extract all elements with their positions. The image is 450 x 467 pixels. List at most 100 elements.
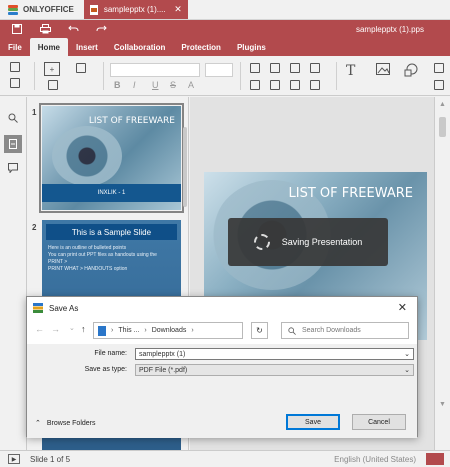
cancel-button[interactable]: Cancel	[352, 414, 406, 430]
insert-textbox-icon[interactable]: T	[346, 63, 355, 79]
chevron-down-icon[interactable]: ⌄	[404, 350, 410, 358]
menu-insert[interactable]: Insert	[68, 38, 106, 56]
loading-spinner-icon	[253, 234, 270, 250]
align-left-icon[interactable]	[250, 80, 260, 90]
save-type-label: Save as type:	[84, 366, 127, 373]
thumbnail-title: LIST OF FREEWARE	[88, 116, 175, 126]
add-slide-icon[interactable]: +	[44, 62, 60, 76]
search-downloads-input[interactable]: Search Downloads	[281, 322, 409, 339]
search-icon[interactable]	[4, 109, 22, 127]
numbering-icon[interactable]	[270, 63, 280, 73]
print-icon[interactable]	[38, 24, 52, 34]
up-arrow-icon[interactable]: ↑	[81, 324, 86, 334]
file-name-label: File name:	[94, 350, 127, 357]
main-menu: File Home Insert Collaboration Protectio…	[0, 38, 274, 56]
status-bar: ▶ Slide 1 of 5 English (United States)	[0, 450, 450, 467]
file-name-field[interactable]: samplepptx (1) ⌄	[135, 348, 414, 360]
vertical-align-icon[interactable]	[310, 80, 320, 90]
font-color-icon[interactable]: A	[188, 80, 194, 90]
slide-thumbnail-1[interactable]: LIST OF FREEWARE INXLIK - 1	[39, 103, 184, 213]
decrease-indent-icon[interactable]	[290, 63, 300, 73]
thumbnail-bullets: Here is an outline of bulleted points Yo…	[42, 240, 181, 278]
zoom-icon[interactable]	[426, 453, 444, 465]
breadcrumb-this-pc[interactable]: This ...	[118, 327, 139, 334]
dialog-navigation: ← → ⌄ ↑ › This ... › Downloads › ↻ Searc…	[27, 319, 417, 343]
thumbnail-subtitle: INXLIK - 1	[42, 184, 181, 202]
onlyoffice-home-tab[interactable]: ONLYOFFICE	[0, 0, 84, 19]
recent-locations-icon[interactable]: ⌄	[69, 324, 75, 332]
save-icon[interactable]	[10, 24, 24, 34]
save-type-value: PDF File (*.pdf)	[139, 366, 188, 374]
saving-status-text: Saving Presentation	[281, 237, 363, 247]
app-name: ONLYOFFICE	[23, 5, 74, 14]
browse-folders-label: Browse Folders	[46, 419, 96, 427]
scroll-down-icon[interactable]: ▼	[439, 401, 446, 408]
underline-icon[interactable]: U	[152, 80, 159, 90]
onlyoffice-logo-icon	[8, 4, 18, 15]
document-title: samplepptx (1).pps	[355, 25, 424, 34]
menu-home[interactable]: Home	[29, 38, 69, 56]
close-icon[interactable]: ✕	[398, 301, 407, 314]
menu-plugins[interactable]: Plugins	[229, 38, 274, 56]
dialog-fields: File name: samplepptx (1) ⌄ Save as type…	[27, 344, 417, 408]
save-as-icon	[33, 303, 43, 313]
menu-file[interactable]: File	[0, 38, 30, 56]
bullet-line: PRINT WHAT > HANDOUTS option	[48, 266, 128, 272]
bold-icon[interactable]: B	[114, 80, 121, 90]
save-type-select[interactable]: PDF File (*.pdf) ⌄	[135, 364, 414, 376]
file-name-value: samplepptx (1)	[139, 350, 186, 358]
align-center-icon[interactable]	[270, 80, 280, 90]
dialog-title: Save As	[49, 303, 79, 313]
close-tab-icon[interactable]: ✕	[174, 4, 182, 15]
start-slideshow-icon[interactable]: ▶	[8, 454, 20, 464]
breadcrumb-separator: ›	[111, 327, 114, 334]
thumbnails-scrollbar[interactable]	[183, 127, 187, 207]
document-tab-label: samplepptx (1)....	[103, 5, 166, 14]
dialog-footer: ⌃ Browse Folders Save Cancel	[27, 408, 417, 438]
app-tabbar: ONLYOFFICE samplepptx (1).... ✕	[0, 0, 450, 20]
editor-scrollbar[interactable]: ▲ ▼	[434, 97, 450, 450]
insert-shape-icon[interactable]	[404, 63, 418, 77]
scrollbar-thumb[interactable]	[439, 117, 446, 137]
search-placeholder: Search Downloads	[302, 327, 361, 334]
browse-folders-toggle[interactable]: ⌃ Browse Folders	[35, 419, 96, 428]
bullet-line: Here is an outline of bulleted points	[48, 245, 127, 251]
insert-image-icon[interactable]	[376, 63, 390, 75]
thumbnail-title: This is a Sample Slide	[46, 224, 177, 240]
breadcrumb-separator: ›	[191, 327, 194, 334]
strikethrough-icon[interactable]: S	[170, 80, 176, 90]
slide-options-icon[interactable]	[48, 80, 58, 90]
forward-arrow-icon[interactable]: →	[51, 324, 60, 334]
more-icon[interactable]	[434, 63, 444, 73]
address-bar[interactable]: › This ... › Downloads ›	[93, 322, 243, 339]
menu-collaboration[interactable]: Collaboration	[106, 38, 174, 56]
more-icon[interactable]	[434, 80, 444, 90]
slide-layout-icon[interactable]	[76, 63, 86, 73]
font-family-select[interactable]	[110, 63, 200, 77]
paste-icon[interactable]	[10, 78, 20, 88]
document-tab[interactable]: samplepptx (1).... ✕	[83, 0, 188, 19]
line-spacing-icon[interactable]	[290, 80, 300, 90]
saving-overlay: Saving Presentation	[228, 218, 388, 266]
bullets-icon[interactable]	[250, 63, 260, 73]
italic-icon[interactable]: I	[133, 80, 136, 90]
scroll-up-icon[interactable]: ▲	[439, 101, 446, 108]
font-size-select[interactable]	[205, 63, 233, 77]
redo-icon[interactable]	[94, 24, 108, 34]
chevron-down-icon[interactable]: ⌄	[404, 366, 410, 374]
presentation-file-icon	[89, 4, 98, 15]
copy-icon[interactable]	[10, 62, 20, 72]
menu-protection[interactable]: Protection	[173, 38, 229, 56]
comments-icon[interactable]	[4, 159, 22, 177]
slide-counter: Slide 1 of 5	[30, 454, 71, 464]
slide-number: 1	[32, 108, 37, 117]
undo-icon[interactable]	[66, 24, 80, 34]
language-indicator[interactable]: English (United States)	[334, 455, 416, 464]
breadcrumb-downloads[interactable]: Downloads	[152, 327, 187, 334]
refresh-icon[interactable]: ↻	[251, 322, 268, 339]
left-rail	[0, 97, 27, 450]
slides-panel-icon[interactable]	[4, 135, 22, 153]
save-button[interactable]: Save	[286, 414, 340, 430]
increase-indent-icon[interactable]	[310, 63, 320, 73]
back-arrow-icon[interactable]: ←	[35, 324, 44, 334]
